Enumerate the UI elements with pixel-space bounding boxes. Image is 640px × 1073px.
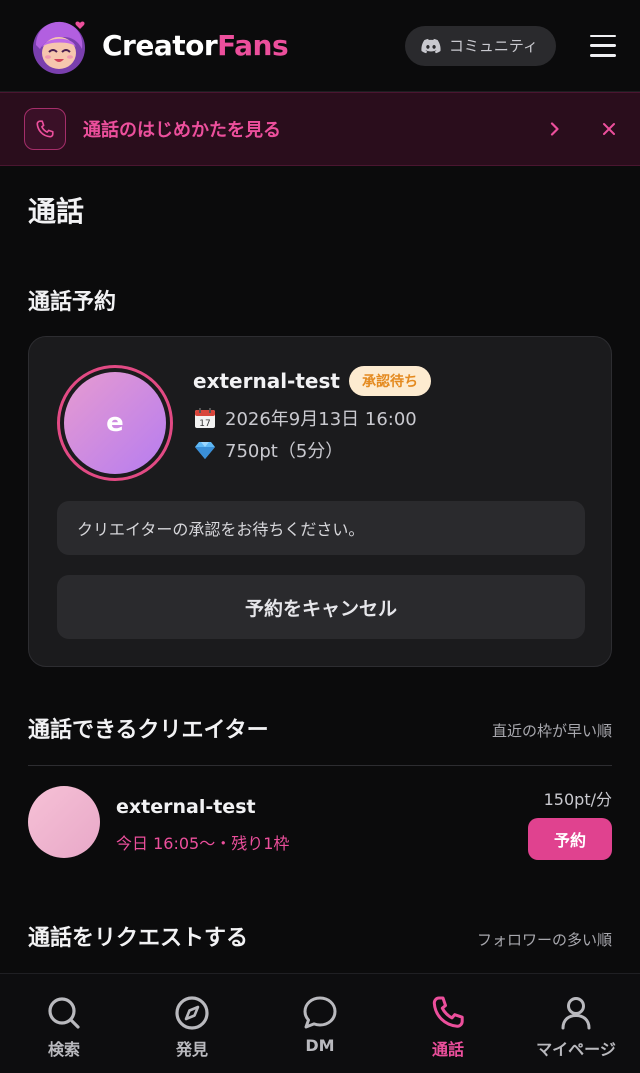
nav-item-dm[interactable]: DM — [256, 974, 384, 1073]
gem-icon — [195, 442, 215, 459]
hamburger-menu-icon[interactable] — [590, 34, 616, 57]
reservation-price: 750pt（5分） — [225, 441, 344, 462]
nav-label-search: 検索 — [47, 1040, 80, 1059]
phone-icon — [24, 108, 66, 150]
logo-mascot-icon[interactable] — [28, 15, 90, 77]
brand-logo-text[interactable]: CreatorFans — [102, 29, 289, 62]
creator-slot-info: 今日 16:05〜・残り1枠 — [116, 834, 290, 853]
creator-name[interactable]: external-test — [116, 796, 256, 818]
avatar[interactable]: e — [57, 365, 173, 481]
calendar-icon: 17 — [195, 408, 215, 429]
reservation-card: e external-test 承認待ち 17 2026年9月13日 16:00… — [28, 336, 612, 667]
nav-item-search[interactable]: 検索 — [0, 974, 128, 1073]
reservation-note: クリエイターの承認をお待ちください。 — [57, 501, 585, 555]
chat-bubble-icon — [303, 996, 337, 1029]
brand-name-part2: Fans — [217, 29, 289, 62]
nav-label-mypage: マイページ — [536, 1040, 616, 1059]
reservation-price-row: 750pt（5分） — [193, 437, 343, 463]
nav-item-mypage[interactable]: マイページ — [512, 974, 640, 1073]
page-title: 通話 — [28, 195, 85, 228]
list-item[interactable]: external-test 今日 16:05〜・残り1枠 150pt/分 予約 — [28, 786, 612, 860]
avatar-letter: e — [64, 372, 166, 474]
reservation-datetime: 2026年9月13日 16:00 — [225, 409, 417, 430]
nav-label-dm: DM — [305, 1036, 335, 1055]
nav-item-call[interactable]: 通話 — [384, 974, 512, 1073]
how-to-call-banner[interactable]: 通話のはじめかたを見る — [0, 92, 640, 166]
brand-name-part1: Creator — [102, 29, 218, 62]
chevron-right-icon[interactable] — [548, 122, 562, 136]
banner-text: 通話のはじめかたを見る — [83, 120, 281, 141]
user-icon — [561, 997, 591, 1030]
creator-price: 150pt/分 — [543, 790, 612, 809]
community-label: コミュニティ — [448, 37, 538, 55]
reserve-button[interactable]: 予約 — [528, 818, 612, 860]
cancel-reservation-button[interactable]: 予約をキャンセル — [57, 575, 585, 639]
compass-icon — [175, 996, 209, 1030]
reservation-section-title: 通話予約 — [28, 290, 117, 315]
bottom-navigation: 検索 発見 DM 通話 マイページ — [0, 973, 640, 1073]
nav-label-call: 通話 — [431, 1040, 464, 1059]
request-sort-label[interactable]: フォロワーの多い順 — [477, 929, 612, 950]
close-icon[interactable] — [602, 122, 616, 136]
nav-label-discover: 発見 — [175, 1040, 208, 1059]
divider — [28, 765, 612, 766]
nav-item-discover[interactable]: 発見 — [128, 974, 256, 1073]
app-header: CreatorFans コミュニティ — [0, 0, 640, 92]
creator-name[interactable]: external-test — [193, 369, 340, 393]
svg-text:17: 17 — [199, 419, 210, 429]
request-section-title: 通話をリクエストする — [28, 926, 249, 951]
available-sort-label[interactable]: 直近の枠が早い順 — [492, 720, 612, 741]
phone-icon — [432, 996, 464, 1028]
reservation-datetime-row: 17 2026年9月13日 16:00 — [193, 405, 417, 431]
community-button[interactable]: コミュニティ — [404, 25, 556, 66]
search-icon — [48, 997, 80, 1029]
discord-icon — [421, 38, 441, 53]
available-creators-title: 通話できるクリエイター — [28, 718, 269, 743]
status-badge: 承認待ち — [349, 366, 431, 396]
avatar[interactable] — [28, 786, 100, 858]
